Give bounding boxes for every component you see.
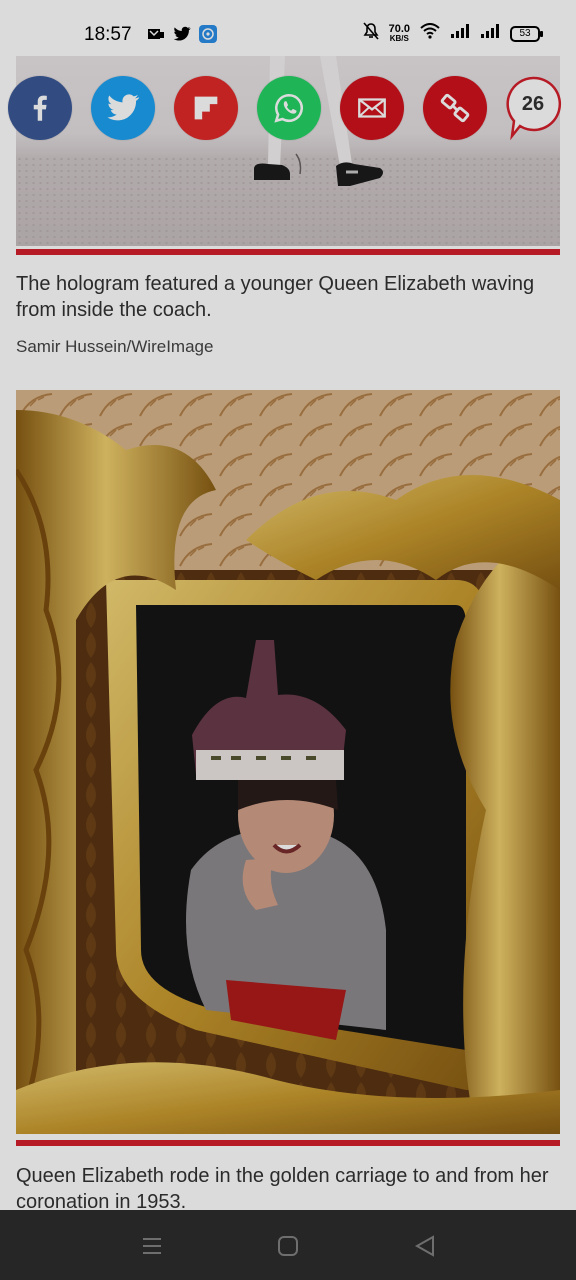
status-time: 18:57: [84, 24, 132, 45]
menu-button[interactable]: [140, 1234, 164, 1258]
net-speed: 70.0 KB/S: [388, 22, 410, 44]
messaging-icon: [147, 27, 165, 44]
link-icon: [440, 93, 470, 123]
figure2-caption: Queen Elizabeth rode in the golden carri…: [16, 1165, 549, 1213]
status-left-icons: [147, 25, 217, 46]
wifi-icon: [420, 23, 440, 44]
comment-count: 26: [521, 93, 545, 115]
facebook-share-button[interactable]: [8, 76, 72, 140]
twitter-icon: [107, 94, 140, 121]
back-icon: [414, 1235, 434, 1257]
twitter-share-button[interactable]: [91, 76, 155, 140]
caption-rule: [16, 1140, 560, 1146]
mute-icon: [362, 22, 379, 45]
net-speed-value: 70.0: [388, 22, 410, 35]
whatsapp-share-button[interactable]: [257, 76, 321, 140]
app-icon: [199, 25, 217, 46]
signal-icon: [450, 23, 470, 44]
figure1-credit: Samir Hussein/WireImage: [16, 337, 214, 356]
net-speed-unit: KB/S: [389, 33, 409, 43]
menu-icon: [143, 1238, 161, 1254]
whatsapp-icon: [274, 93, 303, 123]
system-navigation-bar: [0, 1210, 576, 1280]
flipboard-share-button[interactable]: [174, 76, 238, 140]
signal-icon: [480, 23, 500, 44]
email-icon: [358, 98, 386, 118]
twitter-icon: [173, 26, 191, 45]
article-image-coronation-coach: [16, 390, 560, 1134]
status-right-icons: 70.0 KB/S 53: [362, 22, 543, 45]
caption-rule: [16, 249, 560, 255]
battery-icon: 53: [510, 25, 543, 42]
share-bar: 26: [8, 76, 568, 142]
copy-link-button[interactable]: [423, 76, 487, 140]
email-share-button[interactable]: [340, 76, 404, 140]
facebook-icon: [33, 95, 47, 121]
figure1-caption: The hologram featured a younger Queen El…: [16, 273, 535, 321]
comments-button[interactable]: 26: [504, 76, 562, 140]
home-icon: [278, 1236, 298, 1256]
back-button[interactable]: [413, 1234, 437, 1258]
flipboard-icon: [194, 96, 218, 120]
home-button[interactable]: [276, 1234, 300, 1258]
